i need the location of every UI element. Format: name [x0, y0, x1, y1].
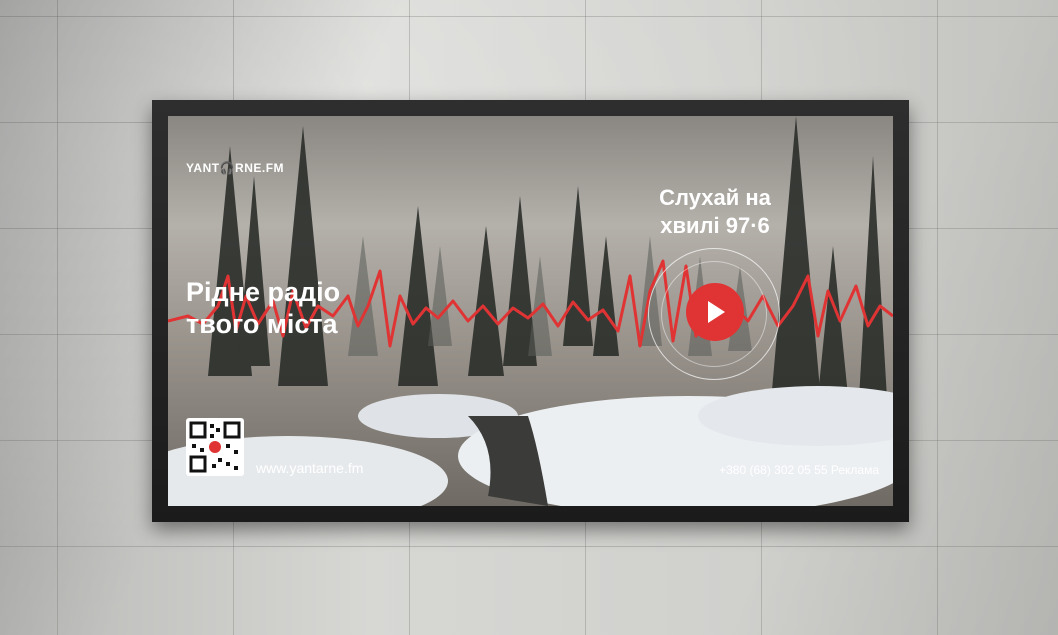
headline: Рідне радіо твого міста	[186, 276, 340, 340]
play-button[interactable]	[686, 283, 744, 341]
headphones-icon: 🎧	[219, 161, 236, 175]
frequency-line-1: Слухай на	[659, 185, 771, 210]
headline-line-1: Рідне радіо	[186, 277, 341, 307]
logo-text-start: YANT	[186, 161, 220, 175]
qr-pattern	[189, 421, 241, 473]
frequency-callout: Слухай на хвилі 97·6	[620, 184, 810, 240]
qr-code[interactable]	[186, 418, 244, 476]
logo-text-end: RNE.FM	[235, 161, 285, 175]
advertising-phone: +380 (68) 302 05 55 Реклама	[719, 463, 879, 477]
billboard-screen: YANT🎧RNE.FM Рідне радіо твого міста Слух…	[168, 116, 893, 506]
frequency-line-2: хвилі 97·6	[660, 213, 770, 238]
station-logo: YANT🎧RNE.FM	[186, 161, 284, 175]
headline-line-2: твого міста	[186, 309, 338, 339]
play-icon	[708, 301, 725, 323]
billboard-frame: YANT🎧RNE.FM Рідне радіо твого міста Слух…	[152, 100, 909, 522]
website-url[interactable]: www.yantarne.fm	[256, 460, 363, 476]
